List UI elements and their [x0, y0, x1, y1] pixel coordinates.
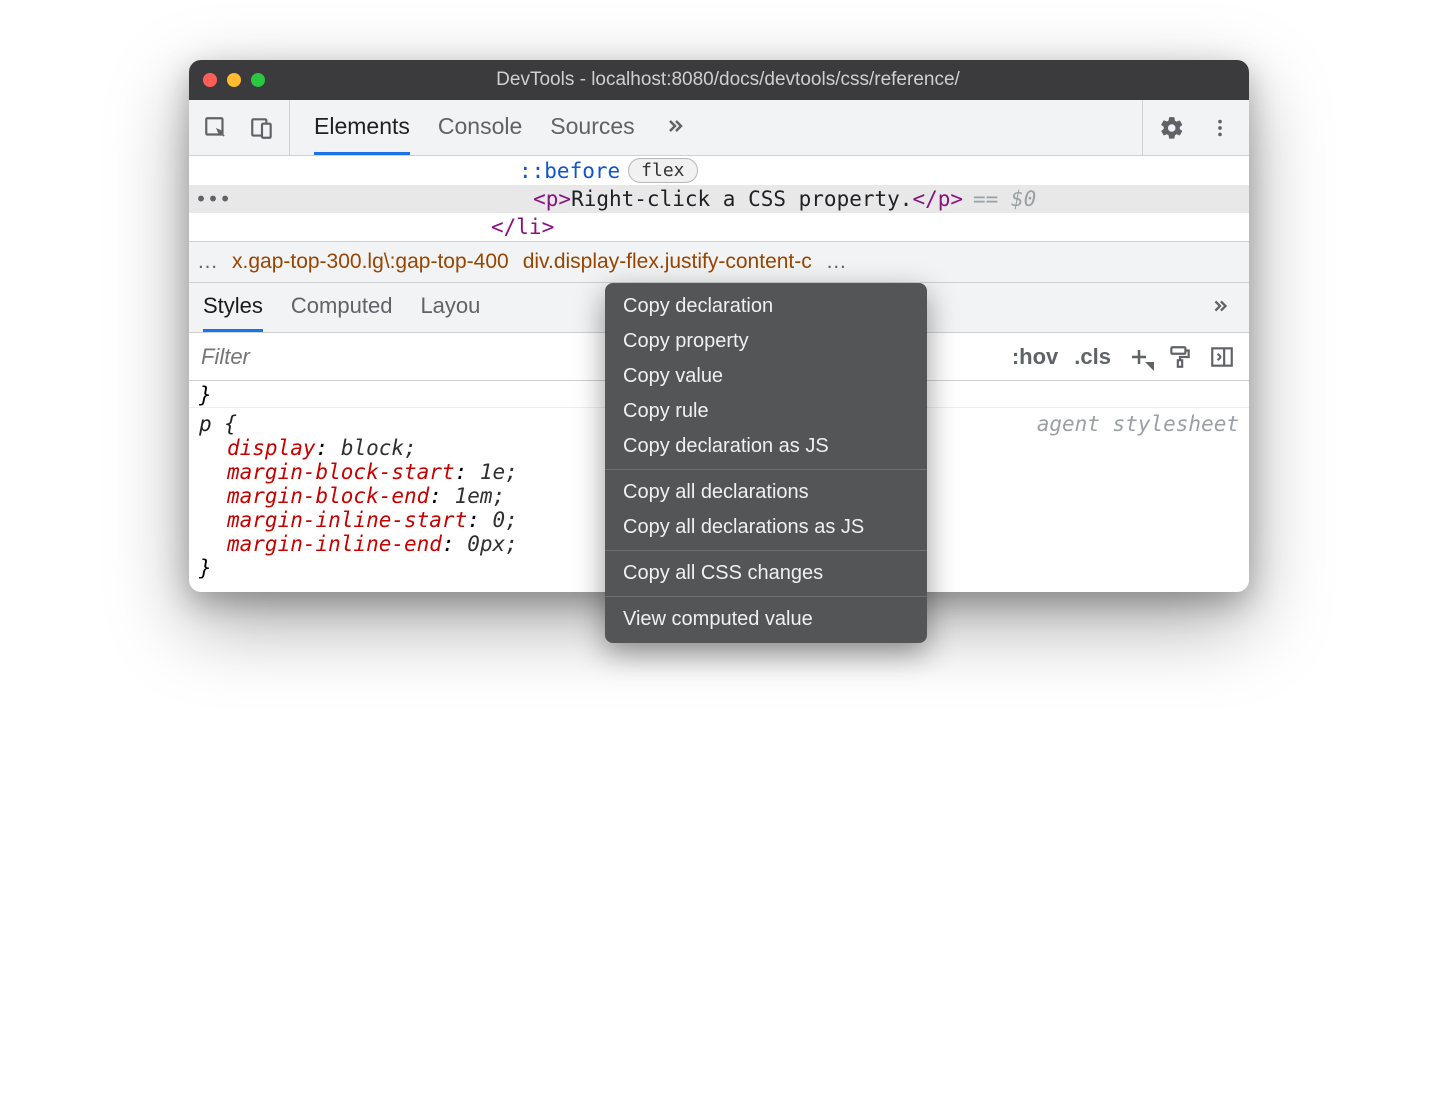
paint-format-icon[interactable] — [1167, 344, 1193, 370]
hov-toggle[interactable]: :hov — [1012, 344, 1058, 370]
text-content: Right-click a CSS property. — [571, 187, 912, 211]
context-menu-item[interactable]: Copy all CSS changes — [605, 556, 927, 591]
dom-tree[interactable]: ::before flex ••• <p>Right-click a CSS p… — [189, 156, 1249, 241]
closing-tag: </li> — [491, 215, 554, 239]
expand-ellipsis-icon[interactable]: ••• — [189, 187, 237, 211]
pseudo-element: ::before — [519, 159, 620, 183]
context-menu-separator — [605, 469, 927, 470]
tab-sources[interactable]: Sources — [550, 100, 634, 155]
dom-breadcrumbs[interactable]: … x.gap-top-300.lg\:gap-top-400 div.disp… — [189, 241, 1249, 283]
main-toolbar: Elements Console Sources — [189, 100, 1249, 156]
tab-elements[interactable]: Elements — [314, 100, 410, 155]
context-menu-item[interactable]: Copy declaration as JS — [605, 429, 927, 464]
css-value[interactable]: block; — [341, 436, 417, 460]
context-menu-item[interactable]: Copy value — [605, 359, 927, 394]
dom-pseudo-row[interactable]: ::before flex — [189, 156, 1249, 185]
context-menu-separator — [605, 550, 927, 551]
css-property[interactable]: margin-block-end — [227, 484, 429, 508]
minimize-window-button[interactable] — [227, 73, 241, 87]
css-property[interactable]: margin-inline-end — [227, 532, 442, 556]
context-menu-separator — [605, 596, 927, 597]
context-menu-item[interactable]: Copy rule — [605, 394, 927, 429]
tab-overflow-icon[interactable] — [663, 100, 687, 155]
rule-source[interactable]: agent stylesheet — [1037, 412, 1239, 436]
context-menu: Copy declarationCopy propertyCopy valueC… — [605, 283, 927, 643]
devtools-window: DevTools - localhost:8080/docs/devtools/… — [189, 60, 1249, 592]
opening-tag: <p> — [533, 187, 571, 211]
breadcrumb-item[interactable]: div.display-flex.justify-content-c — [523, 250, 812, 274]
context-menu-item[interactable]: Copy declaration — [605, 289, 927, 324]
rule-selector[interactable]: p { — [199, 412, 237, 436]
closing-tag-inline: </p> — [912, 187, 963, 211]
tab-console[interactable]: Console — [438, 100, 522, 155]
dom-closing-row[interactable]: </li> — [189, 213, 1249, 241]
dom-selected-row[interactable]: ••• <p>Right-click a CSS property.</p> =… — [189, 185, 1249, 213]
device-toolbar-icon[interactable] — [247, 113, 277, 143]
new-style-rule-icon[interactable] — [1127, 345, 1151, 369]
inspect-element-icon[interactable] — [201, 113, 231, 143]
computed-panel-toggle-icon[interactable] — [1209, 344, 1235, 370]
kebab-menu-icon[interactable] — [1205, 113, 1235, 143]
styles-panel: Styles Computed Layou :hov .cls — [189, 283, 1249, 592]
context-menu-item[interactable]: View computed value — [605, 602, 927, 637]
traffic-lights — [203, 73, 265, 87]
window-title: DevTools - localhost:8080/docs/devtools/… — [281, 69, 1235, 91]
cls-toggle[interactable]: .cls — [1074, 344, 1111, 370]
titlebar: DevTools - localhost:8080/docs/devtools/… — [189, 60, 1249, 100]
layout-badge[interactable]: flex — [628, 158, 697, 183]
breadcrumb-overflow-left[interactable]: … — [197, 250, 218, 274]
css-property[interactable]: display — [227, 436, 316, 460]
css-property[interactable]: margin-inline-start — [227, 508, 467, 532]
subtab-overflow-icon[interactable] — [1209, 283, 1249, 332]
context-menu-item[interactable]: Copy all declarations as JS — [605, 510, 927, 545]
settings-gear-icon[interactable] — [1157, 113, 1187, 143]
context-menu-item[interactable]: Copy property — [605, 324, 927, 359]
subtab-layout[interactable]: Layou — [420, 283, 480, 332]
main-tab-strip: Elements Console Sources — [290, 100, 1142, 155]
zoom-window-button[interactable] — [251, 73, 265, 87]
css-value[interactable]: 0; — [493, 508, 518, 532]
breadcrumb-overflow-right[interactable]: … — [826, 250, 847, 274]
context-menu-item[interactable]: Copy all declarations — [605, 475, 927, 510]
close-window-button[interactable] — [203, 73, 217, 87]
breadcrumb-item[interactable]: x.gap-top-300.lg\:gap-top-400 — [232, 250, 509, 274]
dollar-zero-marker: == $0 — [973, 187, 1036, 211]
css-value[interactable]: 1e; — [480, 460, 518, 484]
css-value[interactable]: 1em; — [455, 484, 506, 508]
subtab-computed[interactable]: Computed — [291, 283, 393, 332]
css-value[interactable]: 0px; — [467, 532, 518, 556]
subtab-styles[interactable]: Styles — [203, 283, 263, 332]
css-property[interactable]: margin-block-start — [227, 460, 455, 484]
